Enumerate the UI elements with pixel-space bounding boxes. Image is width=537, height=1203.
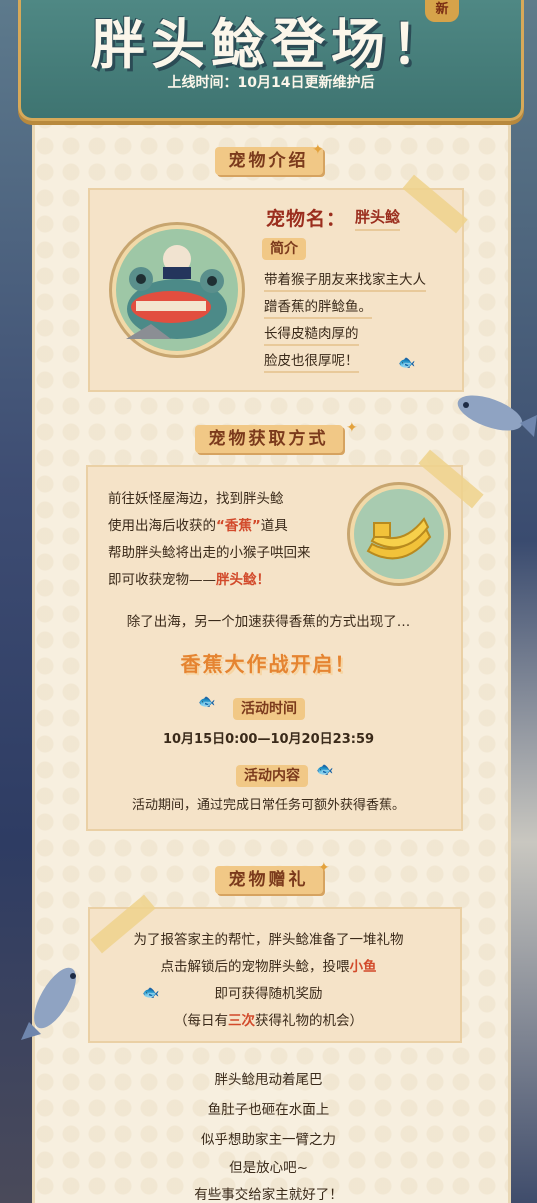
pet-name-label: 宠物名： bbox=[266, 208, 347, 230]
small-fish-icon: 🐟 bbox=[316, 762, 334, 778]
footer-line-4: 但是放心吧~ bbox=[229, 1160, 308, 1176]
gift-line-2: 点击解锁后的宠物胖头鲶，投喂小鱼 bbox=[0, 955, 537, 975]
small-fish-highlight: 小鱼 bbox=[349, 959, 377, 975]
event-time-tag: 活动时间 bbox=[233, 698, 305, 720]
intro-line-4: 脸皮也很厚呢！ bbox=[264, 349, 359, 373]
pet-avatar bbox=[112, 225, 242, 355]
small-fish-icon: 🐟 bbox=[142, 985, 160, 1001]
catfish-icon bbox=[126, 245, 227, 339]
event-content-value: 活动期间，通过完成日常任务可额外获得香蕉。 bbox=[131, 798, 405, 813]
star-icon: ✦ bbox=[346, 420, 358, 436]
gift-line-4-suffix: 获得礼物的机会） bbox=[255, 1013, 363, 1029]
obtain-line-4-text: 即可收获宠物—— bbox=[108, 572, 216, 588]
footer-line-5: 有些事交给家主就好了！ bbox=[194, 1187, 343, 1203]
section-header-intro: 宠物介绍 bbox=[214, 147, 323, 175]
event-content-tag: 活动内容 bbox=[236, 765, 308, 787]
obtain-line-4: 即可收获宠物——胖头鲶！ bbox=[108, 568, 270, 588]
intro-line-3: 长得皮糙肉厚的 bbox=[264, 322, 359, 346]
footer-line-3: 似乎想助家主一臂之力 bbox=[201, 1132, 336, 1148]
new-badge: 新 bbox=[425, 0, 459, 22]
gift-line-4-prefix: （每日有 bbox=[174, 1013, 228, 1029]
obtain-line-3: 帮助胖头鲶将出走的小猴子哄回来 bbox=[108, 545, 311, 561]
banana-item-name: “香蕉” bbox=[216, 518, 261, 534]
small-fish-icon: 🐟 bbox=[198, 694, 216, 710]
release-time: 上线时间：10月14日更新维护后 bbox=[167, 75, 375, 91]
gift-line-3: 即可获得随机奖励 bbox=[214, 986, 323, 1002]
item-suffix: 道具 bbox=[260, 518, 288, 534]
section-header-obtain: 宠物获取方式 bbox=[194, 425, 343, 453]
three-times-highlight: 三次 bbox=[228, 1013, 255, 1029]
obtain-line-2: 使用出海后收获的“香蕉”道具 bbox=[108, 514, 288, 534]
gift-line-1: 为了报答家主的帮忙，胖头鲶准备了一堆礼物 bbox=[133, 932, 404, 948]
gift-line-2-text: 点击解锁后的宠物胖头鲶，投喂 bbox=[160, 959, 350, 975]
small-fish-icon: 🐟 bbox=[398, 355, 416, 371]
banana-icon bbox=[366, 517, 432, 560]
intro-tag: 简介 bbox=[262, 238, 306, 260]
footer-line-2: 鱼肚子也砸在水面上 bbox=[207, 1102, 330, 1118]
event-title: 香蕉大作战开启！ bbox=[180, 652, 357, 676]
event-time-value: 10月15日0:00—10月20日23:59 bbox=[162, 732, 375, 747]
banana-avatar bbox=[350, 485, 448, 583]
obtain-line-2-text: 使用出海后收获的 bbox=[108, 518, 216, 534]
section-header-gift: 宠物赠礼 bbox=[214, 866, 323, 894]
footer-line-1: 胖头鲶甩动着尾巴 bbox=[214, 1072, 323, 1088]
star-icon: ✦ bbox=[318, 860, 330, 876]
gift-line-4: （每日有三次获得礼物的机会） bbox=[0, 1009, 537, 1029]
intro-line-2: 蹭香蕉的胖鲶鱼。 bbox=[264, 295, 372, 319]
fish-decoration-icon bbox=[457, 395, 537, 437]
intro-line-1: 带着猴子朋友来找家主大人 bbox=[264, 268, 426, 292]
obtain-line-1: 前往妖怪屋海边，找到胖头鲶 bbox=[108, 491, 284, 507]
pet-name-value: 胖头鲶 bbox=[355, 206, 401, 231]
pet-name-highlight: 胖头鲶！ bbox=[216, 572, 270, 588]
extra-method-text: 除了出海，另一个加速获得香蕉的方式出现了… bbox=[126, 614, 411, 630]
star-icon: ✦ bbox=[312, 142, 324, 158]
